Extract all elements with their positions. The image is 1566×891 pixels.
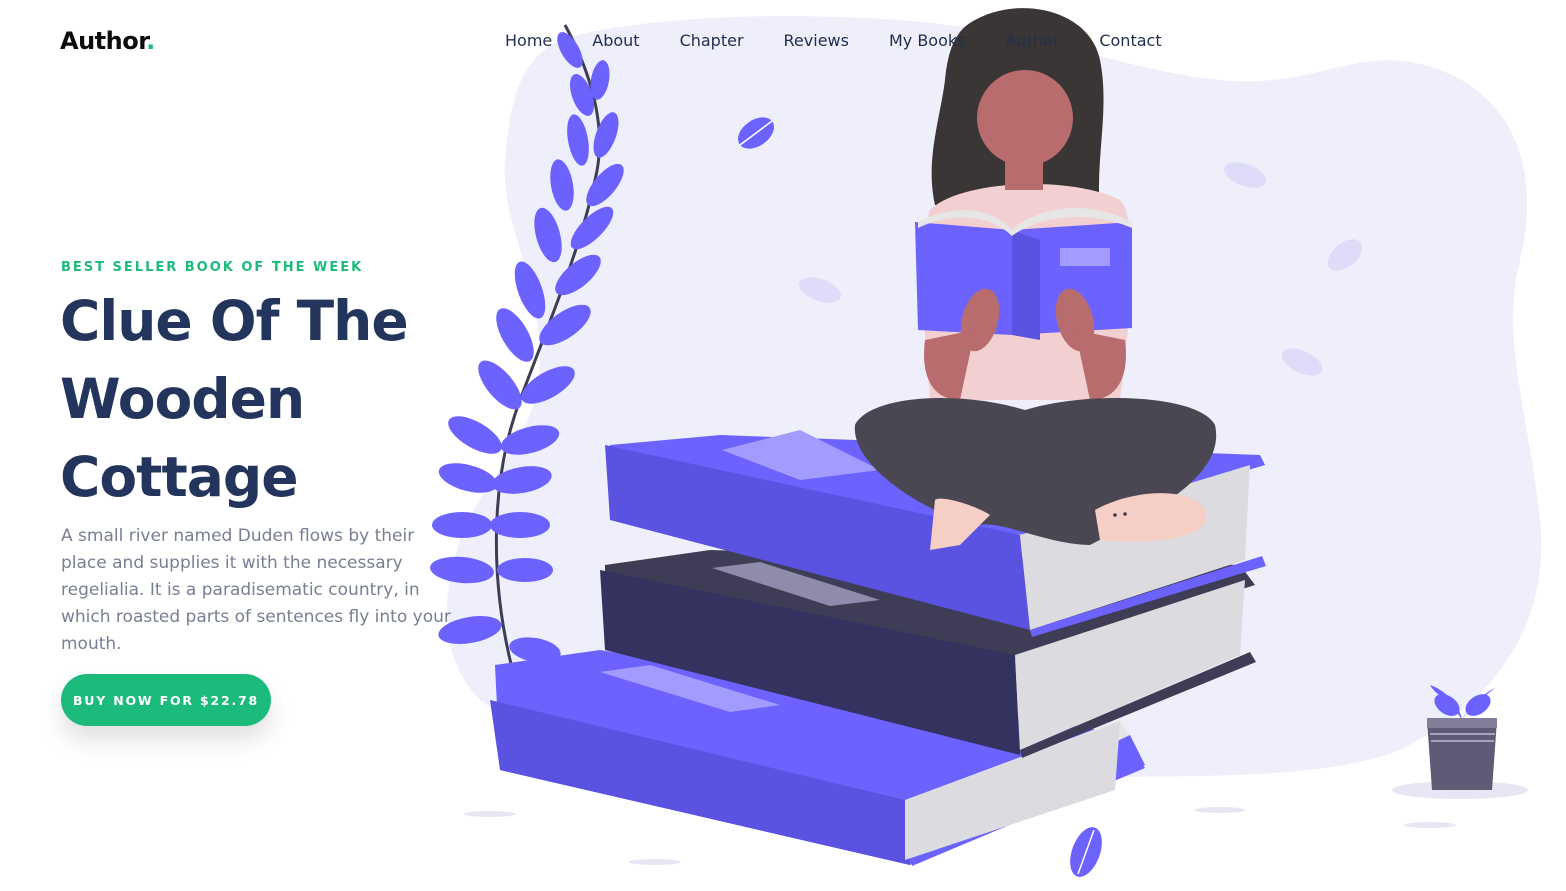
brand-dot: . bbox=[146, 27, 155, 55]
buy-now-button[interactable]: BUY NOW FOR $22.78 bbox=[61, 674, 271, 726]
nav-item-home[interactable]: Home bbox=[505, 30, 552, 52]
hero-description: A small river named Duden flows by their… bbox=[61, 526, 451, 654]
brand-name: Author bbox=[60, 27, 147, 55]
hero-title: Clue Of The Wooden Cottage bbox=[60, 289, 409, 509]
hero-kicker: BEST SELLER BOOK OF THE WEEK bbox=[61, 260, 364, 275]
nav-item-author[interactable]: Author bbox=[1005, 30, 1059, 52]
nav-item-about[interactable]: About bbox=[592, 30, 639, 52]
brand-logo[interactable]: Author. bbox=[60, 27, 155, 55]
nav-item-chapter[interactable]: Chapter bbox=[680, 30, 744, 52]
nav-item-reviews[interactable]: Reviews bbox=[784, 30, 849, 52]
nav-item-contact[interactable]: Contact bbox=[1099, 30, 1161, 52]
nav-item-my-books[interactable]: My Books bbox=[889, 30, 966, 52]
page: Author. Home About Chapter Reviews My Bo… bbox=[0, 0, 1566, 891]
leaf-icon bbox=[1070, 827, 1102, 877]
main-nav: Home About Chapter Reviews My Books Auth… bbox=[505, 30, 1202, 52]
